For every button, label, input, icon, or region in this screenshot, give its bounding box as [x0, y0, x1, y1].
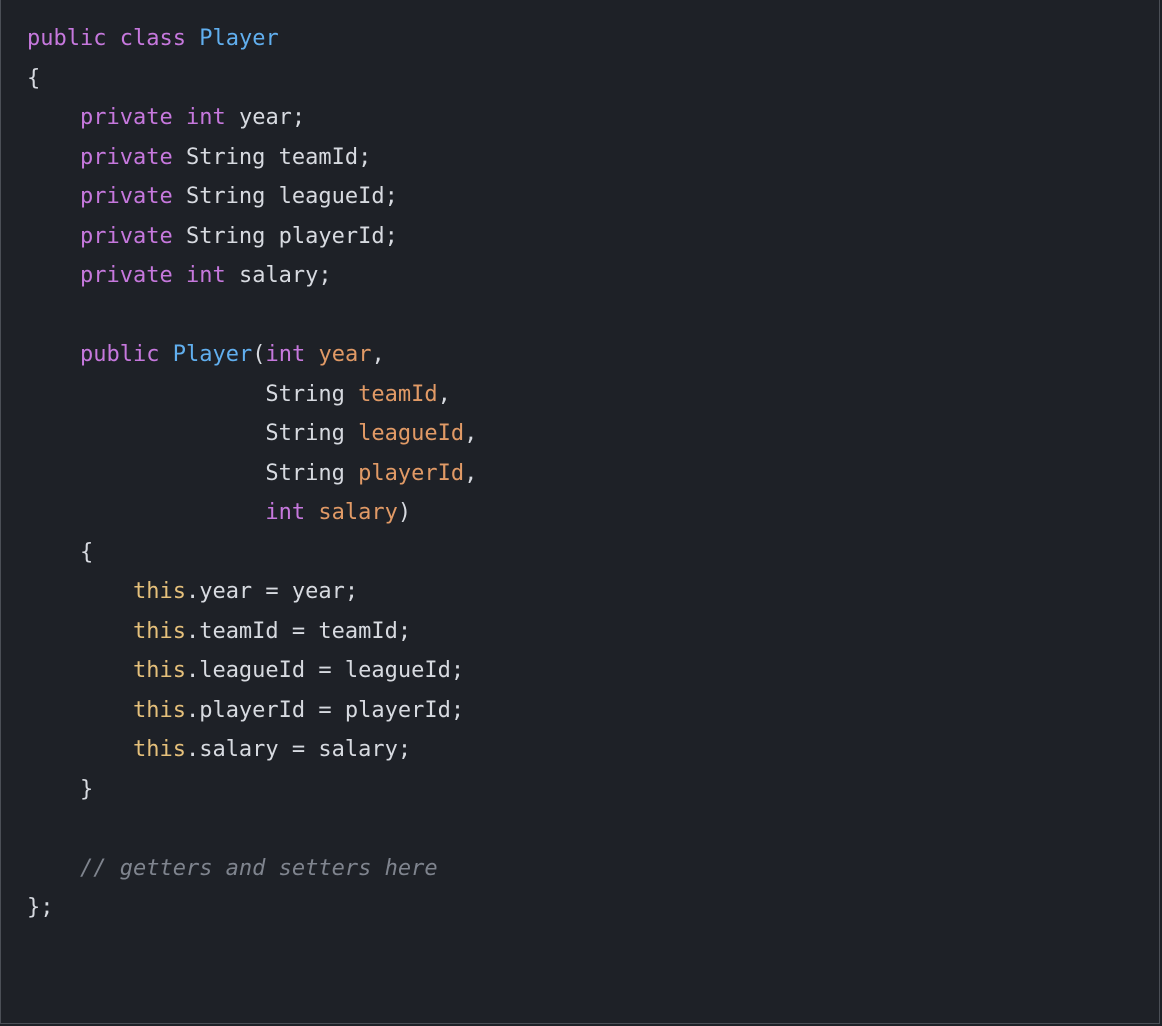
token-kw: private: [80, 145, 173, 170]
token-plain: [27, 184, 80, 209]
token-plain: salary;: [226, 263, 332, 288]
token-plain: [159, 342, 172, 367]
token-param: salary: [318, 500, 397, 525]
token-kw: private: [80, 224, 173, 249]
token-plain: [305, 500, 318, 525]
token-plain: String: [27, 461, 358, 486]
token-kw: int: [186, 105, 226, 130]
token-plain: .salary = salary;: [186, 737, 411, 762]
token-plain: [106, 26, 119, 51]
token-this: this: [133, 658, 186, 683]
code-block: public class Player { private int year; …: [1, 0, 1159, 949]
token-plain: [27, 263, 80, 288]
token-plain: [173, 263, 186, 288]
token-plain: [27, 619, 133, 644]
token-plain: ,: [371, 342, 384, 367]
token-plain: ,: [464, 421, 477, 446]
token-this: this: [133, 737, 186, 762]
token-param: playerId: [358, 461, 464, 486]
token-plain: (: [252, 342, 265, 367]
token-plain: [27, 658, 133, 683]
token-plain: ,: [438, 382, 451, 407]
token-plain: .leagueId = leagueId;: [186, 658, 464, 683]
token-plain: year;: [226, 105, 305, 130]
token-plain: [27, 579, 133, 604]
token-cls: Player: [199, 26, 278, 51]
token-cls: Player: [173, 342, 252, 367]
token-kw: public: [27, 26, 106, 51]
token-kw: int: [265, 500, 305, 525]
token-kw: private: [80, 184, 173, 209]
token-this: this: [133, 698, 186, 723]
token-plain: [27, 856, 80, 881]
token-plain: [186, 26, 199, 51]
token-plain: ,: [464, 461, 477, 486]
token-plain: String teamId;: [173, 145, 372, 170]
token-plain: [27, 737, 133, 762]
token-param: year: [318, 342, 371, 367]
token-plain: .teamId = teamId;: [186, 619, 411, 644]
token-plain: String: [27, 382, 358, 407]
token-plain: String leagueId;: [173, 184, 398, 209]
token-plain: ): [398, 500, 411, 525]
token-kw: private: [80, 263, 173, 288]
token-kw: class: [120, 26, 186, 51]
token-plain: String playerId;: [173, 224, 398, 249]
token-kw: public: [80, 342, 159, 367]
token-plain: [27, 145, 80, 170]
token-kw: int: [265, 342, 305, 367]
token-plain: .year = year;: [186, 579, 358, 604]
token-plain: [305, 342, 318, 367]
token-this: this: [133, 579, 186, 604]
token-kw: int: [186, 263, 226, 288]
token-plain: String: [27, 421, 358, 446]
token-plain: [27, 224, 80, 249]
token-kw: private: [80, 105, 173, 130]
java-source: public class Player { private int year; …: [27, 26, 477, 920]
token-plain: [27, 500, 265, 525]
token-plain: [27, 698, 133, 723]
token-plain: };: [27, 895, 54, 920]
token-plain: [173, 105, 186, 130]
token-param: leagueId: [358, 421, 464, 446]
token-plain: {: [27, 66, 40, 91]
token-plain: .playerId = playerId;: [186, 698, 464, 723]
token-plain: }: [27, 777, 93, 802]
token-plain: [27, 342, 80, 367]
token-plain: [27, 105, 80, 130]
token-plain: {: [27, 540, 93, 565]
token-this: this: [133, 619, 186, 644]
token-cmt: // getters and setters here: [80, 856, 438, 881]
token-param: teamId: [358, 382, 437, 407]
